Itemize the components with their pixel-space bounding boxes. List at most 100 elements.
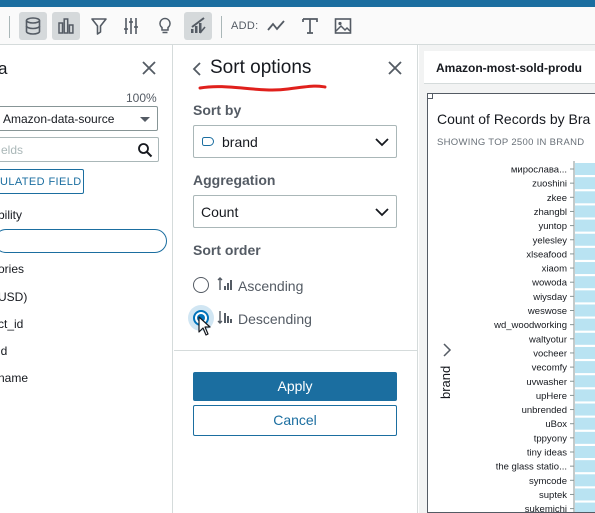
text-icon[interactable] (296, 12, 324, 40)
y-axis-label: brand (438, 366, 453, 399)
y-tick-label: xiaom (542, 264, 567, 275)
sort-by-value: brand (222, 134, 258, 150)
bar[interactable] (575, 403, 595, 416)
y-tick-label: vecomfy (532, 363, 568, 374)
dataset-percent: 100% (126, 91, 157, 105)
field-item-selected[interactable] (0, 229, 167, 253)
sheet-tab[interactable]: Amazon-most-sold-produ (424, 51, 595, 84)
close-icon[interactable] (140, 59, 158, 77)
sheet-tab-label: Amazon-most-sold-produ (436, 61, 582, 75)
y-tick-label: sukemichi (525, 504, 567, 513)
bar[interactable] (575, 502, 595, 513)
y-tick-label: waltyotur (528, 334, 567, 345)
parameters-icon[interactable] (117, 12, 145, 40)
bar[interactable] (575, 163, 595, 175)
ascending-radio[interactable] (193, 277, 209, 293)
y-tick-label: zkee (547, 193, 567, 204)
sort-by-select[interactable]: brand (193, 125, 397, 158)
y-tick-label: the glass statio... (496, 462, 567, 473)
bar[interactable] (575, 262, 595, 275)
mouse-cursor-icon (198, 316, 211, 336)
close-icon[interactable] (387, 60, 403, 76)
bar[interactable] (575, 205, 595, 218)
cancel-button[interactable]: Cancel (193, 405, 397, 436)
bar[interactable] (575, 304, 595, 317)
bar[interactable] (575, 417, 595, 430)
bar[interactable] (575, 233, 595, 246)
line-icon[interactable] (262, 12, 290, 40)
filter-icon[interactable] (85, 12, 113, 40)
y-tick-label: wiysday (532, 292, 567, 303)
bar[interactable] (575, 318, 595, 331)
dataset-select[interactable]: Amazon-data-source (0, 106, 158, 131)
data-pane-title: a (0, 59, 8, 78)
field-item[interactable]: bility (0, 208, 22, 222)
insights-icon[interactable] (151, 12, 179, 40)
image-icon[interactable] (329, 12, 357, 40)
panel-title: Sort options (210, 57, 312, 78)
y-tick-label: symcode (529, 476, 567, 487)
descending-option[interactable]: Descending (188, 305, 393, 331)
bar[interactable] (575, 346, 595, 359)
add-label: ADD: (231, 20, 259, 32)
field-item[interactable]: ct_id (0, 317, 23, 331)
bar[interactable] (575, 460, 595, 473)
field-item[interactable]: ories (0, 262, 24, 276)
divider (174, 350, 417, 351)
y-tick-label: wowoda (531, 278, 568, 289)
visualize-icon[interactable] (52, 12, 80, 40)
bar[interactable] (575, 276, 595, 289)
bar[interactable] (575, 247, 595, 260)
y-tick-label: zuoshini (532, 179, 567, 190)
bar[interactable] (575, 191, 595, 204)
sort-ascending-icon (217, 277, 232, 290)
bar[interactable] (575, 361, 595, 374)
caret-down-icon (140, 117, 150, 122)
bar[interactable] (575, 389, 595, 402)
field-item[interactable]: USD) (0, 290, 27, 304)
bar[interactable] (575, 177, 595, 190)
sort-descending-icon (217, 311, 232, 324)
field-item[interactable]: name (0, 371, 28, 385)
field-item[interactable]: id (0, 344, 7, 358)
sort-by-label: Sort by (193, 102, 242, 118)
chevron-down-icon (375, 138, 389, 147)
bar[interactable] (575, 290, 595, 303)
bar-chart-visual[interactable]: Count of Records by Bra SHOWING TOP 2500… (427, 93, 595, 513)
y-tick-label: yuntop (538, 221, 567, 232)
aggregation-label: Aggregation (193, 172, 276, 188)
bar[interactable] (575, 332, 595, 345)
y-tick-label: weswose (527, 306, 567, 317)
aggregation-value: Count (201, 204, 239, 220)
ascending-option[interactable]: Ascending (193, 274, 393, 296)
hand-drawn-underline (198, 84, 327, 92)
bar[interactable] (575, 474, 595, 487)
aggregation-select[interactable]: Count (193, 195, 397, 228)
y-tick-label: tppyony (534, 433, 568, 444)
y-tick-label: zhangbl (534, 207, 567, 218)
apply-button[interactable]: Apply (193, 372, 397, 401)
chevron-down-icon (375, 208, 389, 217)
data-pane: a 100% Amazon-data-source elds ULATED FI… (0, 45, 173, 513)
y-tick-label: upHere (536, 391, 567, 402)
bar[interactable] (575, 219, 595, 232)
y-tick-label: suptek (539, 490, 567, 501)
dimension-icon (202, 137, 214, 146)
add-calculated-field-button[interactable]: ULATED FIELD (0, 169, 84, 194)
ascending-label: Ascending (238, 278, 304, 294)
y-tick-label: мирослава... (511, 165, 567, 176)
y-tick-label: wd_woodworking (493, 320, 567, 331)
bar[interactable] (575, 488, 595, 501)
data-icon[interactable] (19, 12, 47, 40)
bar[interactable] (575, 446, 595, 458)
bar[interactable] (575, 375, 595, 388)
bar[interactable] (575, 431, 595, 444)
toolbar-divider (9, 16, 10, 38)
field-search-input[interactable]: elds (0, 137, 159, 162)
y-tick-label: uvwasher (526, 377, 567, 388)
y-tick-label: unbrended (522, 405, 567, 416)
chart-plot: brand мирослава... zuoshini zkee zhangbl yunt… (438, 161, 595, 513)
sort-order-label: Sort order (193, 242, 261, 258)
format-visual-icon[interactable] (184, 12, 212, 40)
back-chevron-icon[interactable] (190, 61, 204, 77)
